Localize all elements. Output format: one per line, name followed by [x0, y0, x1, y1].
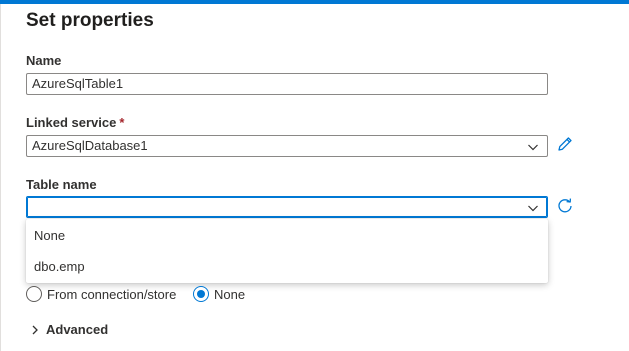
radio-label-from-connection-store[interactable]: From connection/store — [47, 286, 176, 303]
chevron-down-icon — [528, 205, 538, 212]
radio-from-connection-store[interactable] — [26, 286, 42, 302]
linked-service-label-text: Linked service — [26, 115, 117, 130]
chevron-down-icon — [528, 144, 538, 151]
top-accent-bar — [0, 0, 629, 4]
name-label: Name — [26, 53, 62, 68]
panel-left-border — [0, 4, 1, 351]
name-input[interactable]: AzureSqlTable1 — [26, 73, 548, 95]
radio-label-none[interactable]: None — [214, 286, 245, 303]
refresh-icon[interactable] — [556, 197, 574, 215]
pencil-icon[interactable] — [556, 135, 574, 153]
radio-none[interactable] — [193, 286, 209, 302]
table-name-label: Table name — [26, 177, 97, 192]
advanced-label: Advanced — [46, 322, 109, 337]
linked-service-label: Linked service * — [26, 115, 124, 130]
linked-service-value: AzureSqlDatabase1 — [32, 138, 148, 153]
table-name-select[interactable] — [26, 196, 548, 218]
required-marker: * — [119, 115, 125, 130]
dropdown-option-none[interactable]: None — [34, 228, 65, 243]
dropdown-option-dbo-emp[interactable]: dbo.emp — [34, 259, 85, 274]
chevron-right-icon — [32, 325, 38, 335]
linked-service-select[interactable]: AzureSqlDatabase1 — [26, 135, 548, 157]
table-name-dropdown-menu: None dbo.emp — [26, 219, 548, 283]
panel-title: Set properties — [26, 10, 154, 31]
